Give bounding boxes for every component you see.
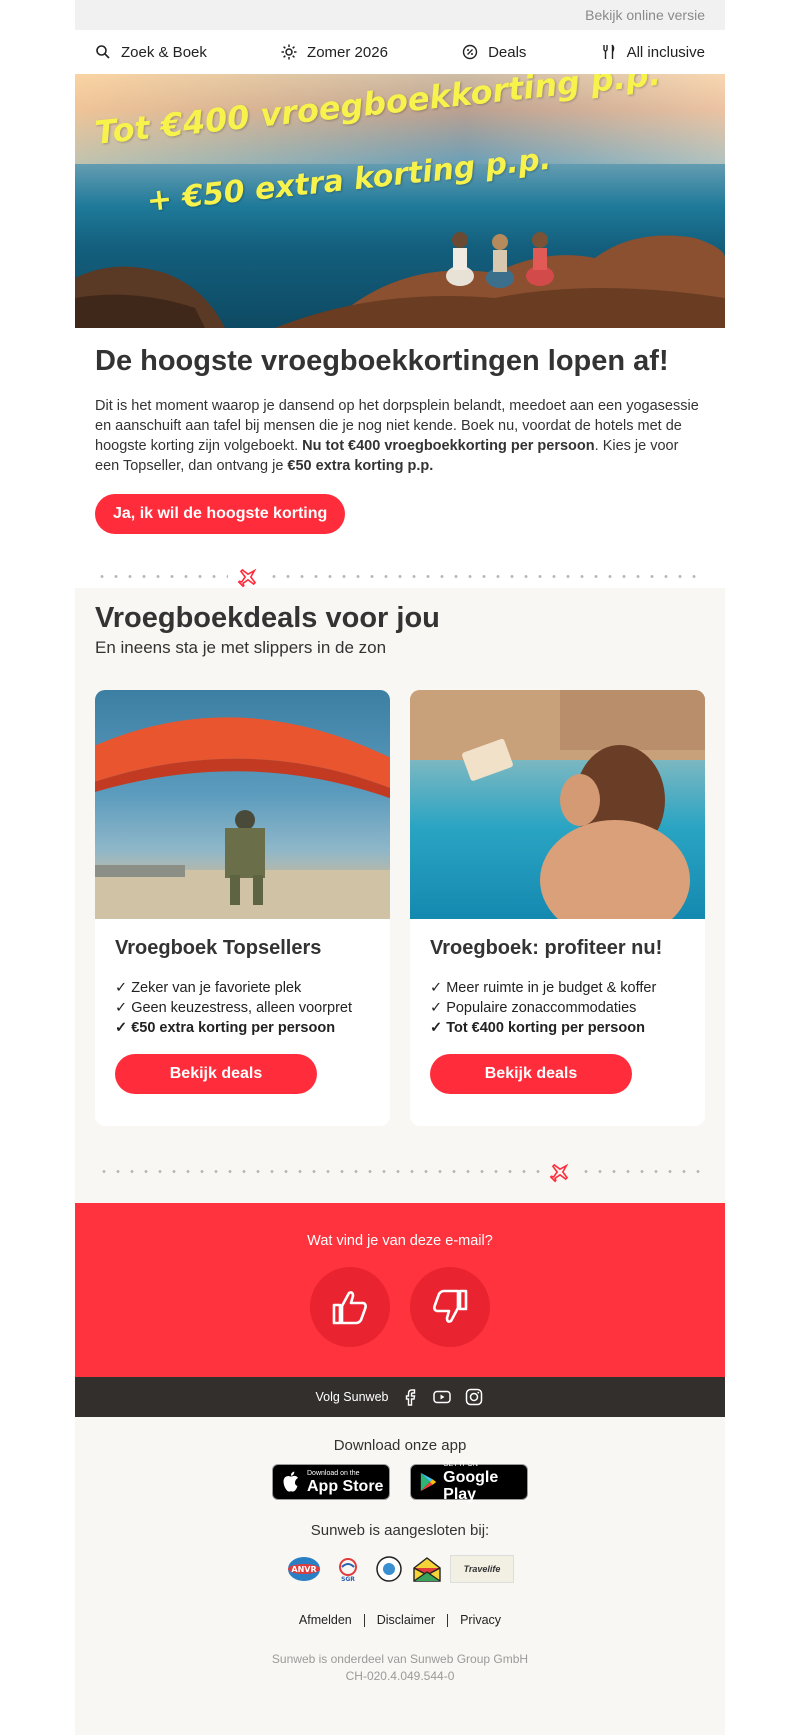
legal-text: Sunweb is onderdeel van Sunweb Group Gmb…: [75, 1651, 725, 1685]
card-features: ✓ Zeker van je favoriete plek ✓ Geen keu…: [115, 978, 370, 1038]
deal-card-profit[interactable]: Vroegboek: profiteer nu! ✓ Meer ruimte i…: [410, 690, 705, 1126]
view-deals-button[interactable]: Bekijk deals: [430, 1054, 632, 1094]
thumbs-down-icon: [433, 1289, 468, 1323]
email-container: Bekijk online versie Zoek & Boek Zomer 2…: [75, 0, 725, 1735]
card-title: Vroegboek Topsellers: [115, 937, 322, 959]
deal-cards: Vroegboek Topsellers ✓ Zeker van je favo…: [95, 690, 705, 1126]
nav-label: Deals: [488, 43, 527, 61]
card-features: ✓ Meer ruimte in je budget & koffer ✓ Po…: [430, 978, 685, 1038]
apple-icon: [283, 1471, 298, 1492]
anvr-logo[interactable]: ANVR: [286, 1555, 322, 1583]
deal-card-topsellers[interactable]: Vroegboek Topsellers ✓ Zeker van je favo…: [95, 690, 390, 1126]
disclaimer-link[interactable]: Disclaimer: [377, 1613, 435, 1627]
privacy-link[interactable]: Privacy: [460, 1613, 501, 1627]
plane-icon: [237, 568, 257, 588]
feedback-question: Wat vind je van deze e-mail?: [307, 1233, 493, 1249]
nav-label: Zomer 2026: [307, 43, 388, 61]
thumbs-down-button[interactable]: [410, 1267, 490, 1347]
hero-banner[interactable]: Tot €400 vroegboekkorting p.p. + €50 ext…: [75, 74, 725, 328]
paraglider-illustration: [95, 717, 390, 919]
membership-logos: ANVR SGR Travelife: [75, 1555, 725, 1583]
app-store-small: Download on the: [307, 1469, 360, 1477]
legal-registration: CH-020.4.049.544-0: [345, 1669, 455, 1684]
dotted-line: [579, 1170, 705, 1173]
card-title: Vroegboek: profiteer nu!: [430, 937, 663, 959]
travelife-logo[interactable]: Travelife: [450, 1555, 514, 1583]
intro-section: De hoogste vroegboekkortingen lopen af! …: [75, 328, 725, 534]
app-download-title: Download onze app: [333, 1437, 467, 1454]
membership-title: Sunweb is aangesloten bij:: [310, 1522, 490, 1539]
divider: [75, 1159, 725, 1183]
thumbs-up-button[interactable]: [310, 1267, 390, 1347]
google-play-badge[interactable]: GET IT ON Google Play: [410, 1461, 528, 1503]
view-online-link[interactable]: Bekijk online versie: [585, 7, 705, 23]
topbar: Bekijk online versie: [75, 0, 725, 30]
link-separator: [363, 1614, 365, 1628]
geschillencommissie-logo[interactable]: [412, 1555, 442, 1583]
view-deals-button[interactable]: Bekijk deals: [115, 1054, 317, 1094]
paraglider-image[interactable]: [95, 690, 390, 919]
dotted-line: [267, 575, 705, 578]
unsubscribe-link[interactable]: Afmelden: [299, 1613, 352, 1627]
feature-item: ✓ Geen keuzestress, alleen voorpret: [115, 1000, 353, 1016]
nav-label: Zoek & Boek: [121, 43, 207, 61]
pool-image[interactable]: [410, 690, 705, 919]
instagram-icon[interactable]: [464, 1387, 484, 1407]
feature-item: ✓ Tot €400 korting per persoon: [430, 1020, 645, 1036]
feature-item: ✓ Populaire zonaccommodaties: [430, 1000, 637, 1016]
svg-text:ANVR: ANVR: [291, 1565, 316, 1574]
nav-item-zoek-boek[interactable]: Zoek & Boek: [95, 44, 207, 61]
feedback-section: Wat vind je van deze e-mail?: [75, 1203, 725, 1377]
highest-discount-button[interactable]: Ja, ik wil de hoogste korting: [95, 494, 346, 534]
page: Bekijk online versie Zoek & Boek Zomer 2…: [0, 0, 800, 1735]
google-play-icon: [420, 1472, 437, 1492]
footer: Download onze app Download on the App Sto…: [75, 1417, 725, 1735]
nav-item-all-inclusive[interactable]: All inclusive: [601, 44, 705, 61]
search-icon: [96, 45, 110, 59]
youtube-icon[interactable]: [432, 1387, 452, 1407]
dotted-line: [97, 1170, 547, 1173]
svg-text:SGR: SGR: [341, 1576, 355, 1582]
app-store-big: App Store: [307, 1477, 384, 1495]
app-badges: Download on the App Store GET IT ON Google…: [75, 1461, 725, 1503]
sgr-logo[interactable]: SGR: [330, 1555, 366, 1583]
feature-item: ✓ €50 extra korting per persoon: [115, 1020, 336, 1036]
social-bar: Volg Sunweb: [75, 1377, 725, 1417]
nav-label: All inclusive: [626, 43, 705, 61]
follow-label: Volg Sunweb: [315, 1390, 389, 1404]
feature-item: ✓ Meer ruimte in je budget & koffer: [430, 980, 657, 996]
google-play-big: Google Play: [443, 1469, 499, 1503]
deals-subtitle: En ineens sta je met slippers in de zon: [95, 638, 387, 657]
intro-text: Dit is het moment waarop je dansend op h…: [95, 398, 699, 474]
footer-links: Afmelden Disclaimer Privacy: [75, 1613, 725, 1628]
pool-illustration: [410, 690, 705, 919]
plane-icon: [549, 1163, 569, 1183]
link-separator: [447, 1614, 449, 1628]
hero-cliffs-image: [75, 232, 725, 328]
deals-title: Vroegboekdeals voor jou: [95, 602, 440, 634]
nav-item-deals[interactable]: Deals: [462, 44, 526, 61]
facebook-icon[interactable]: [400, 1387, 420, 1407]
feature-item: ✓ Zeker van je favoriete plek: [115, 980, 302, 996]
thumbs-up-icon: [332, 1291, 367, 1325]
app-store-badge[interactable]: Download on the App Store: [272, 1464, 390, 1500]
google-play-small: GET IT ON: [443, 1461, 478, 1468]
feedback-buttons: [75, 1267, 725, 1347]
divider: [75, 564, 725, 588]
dotted-line: [95, 575, 228, 578]
legal-company: Sunweb is onderdeel van Sunweb Group Gmb…: [271, 1652, 529, 1667]
sun-icon: [281, 44, 297, 60]
intro-title: De hoogste vroegboekkortingen lopen af!: [95, 345, 669, 377]
deals-section: Vroegboekdeals voor jou En ineens sta je…: [75, 588, 725, 1203]
discount-icon: [462, 44, 478, 60]
nav-bar: Zoek & Boek Zomer 2026 Deals All inclusi…: [75, 30, 725, 74]
calamiteitenfonds-logo[interactable]: [374, 1555, 404, 1583]
cutlery-icon: [602, 44, 614, 59]
nav-item-zomer[interactable]: Zomer 2026: [281, 44, 388, 61]
